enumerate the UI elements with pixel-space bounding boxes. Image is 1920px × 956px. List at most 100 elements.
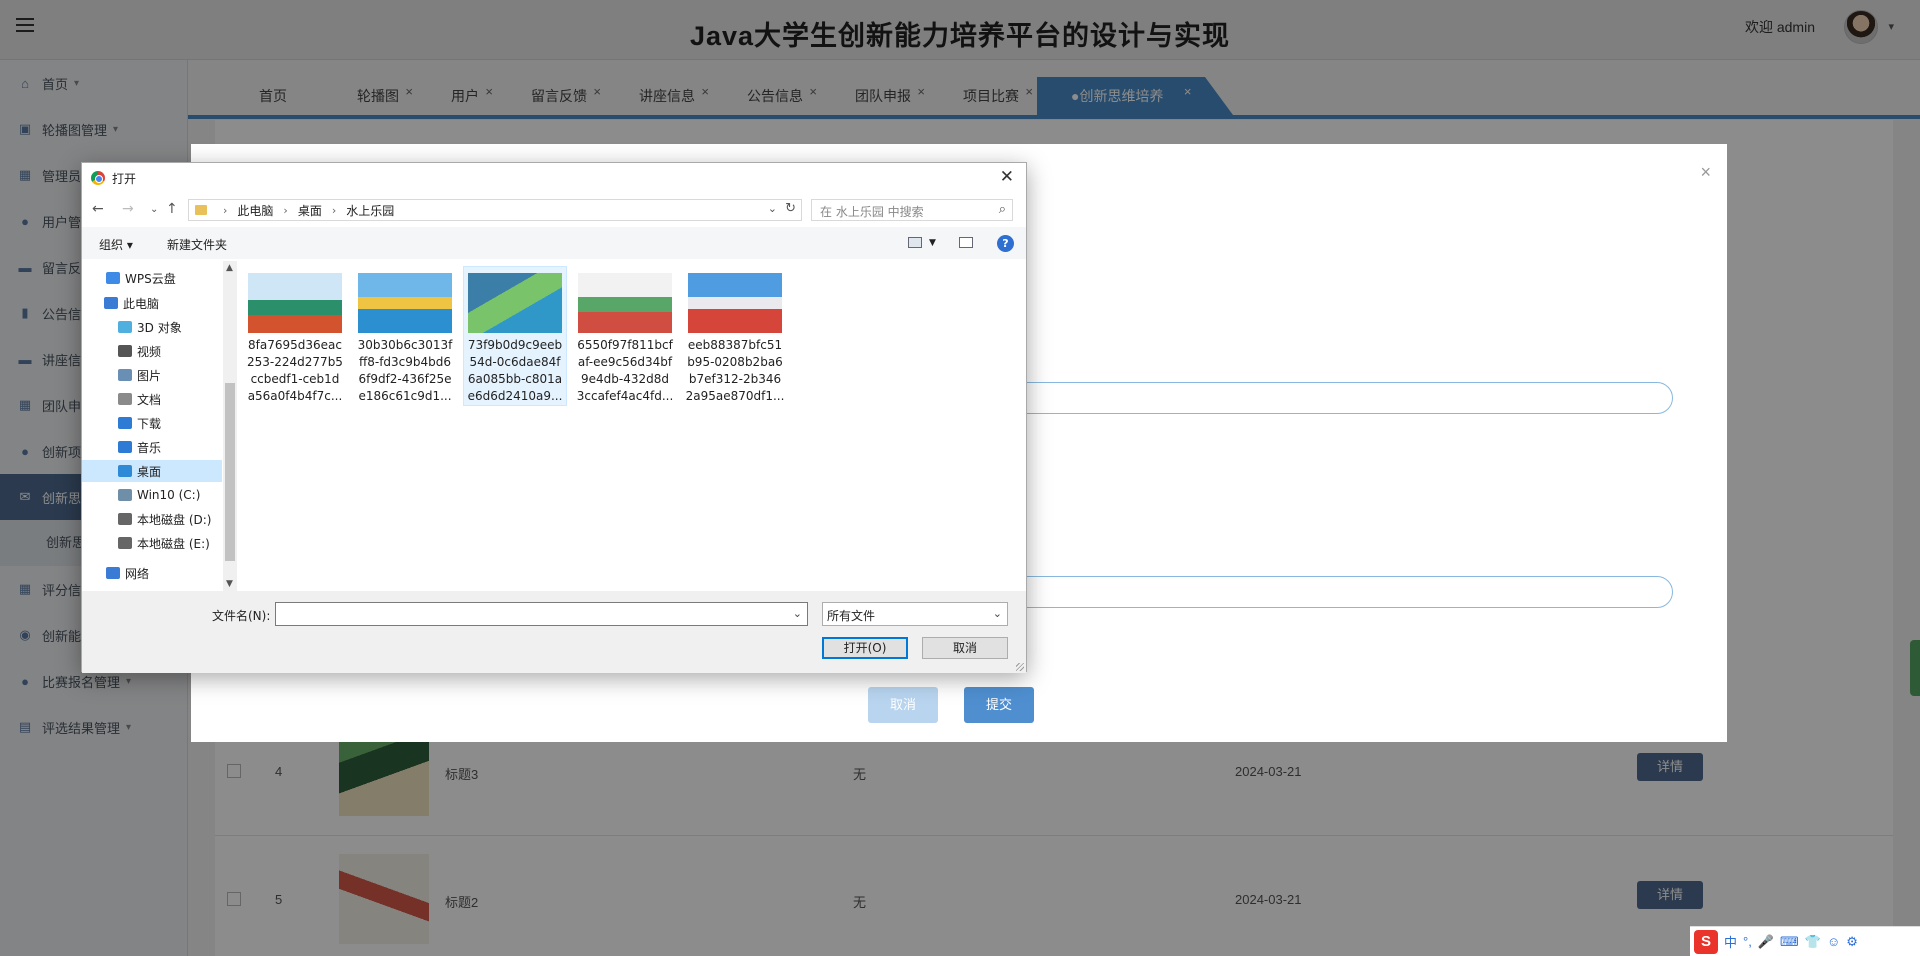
file-name-line: e186c61c9d1... xyxy=(358,389,452,403)
side-widget[interactable] xyxy=(1910,640,1920,696)
back-arrow-icon[interactable]: ← xyxy=(92,201,104,217)
filetype-select[interactable]: 所有文件 ⌄ xyxy=(822,602,1008,626)
close-icon[interactable]: ✕ xyxy=(1000,167,1014,187)
modal-text-field[interactable] xyxy=(971,576,1673,608)
cancel-button[interactable]: 取消 xyxy=(868,687,938,723)
sogou-icon[interactable]: S xyxy=(1694,929,1718,954)
file-name-line: 3ccafef4ac4fd... xyxy=(576,389,674,403)
breadcrumb-separator-icon[interactable]: › xyxy=(283,204,287,217)
file-name: 73f9b0d9c9eeb 54d-0c6dae84f 6a085bb-c801a e… xyxy=(464,337,566,405)
refresh-icon[interactable]: ↻ xyxy=(785,201,796,216)
folder-icon xyxy=(118,465,132,477)
cancel-button[interactable]: 取消 xyxy=(922,637,1008,659)
keyboard-icon[interactable]: ⌨ xyxy=(1780,934,1799,950)
tree-item-label: 下载 xyxy=(137,416,162,431)
tree-item[interactable]: WPS云盘 xyxy=(82,267,222,289)
file-item[interactable]: 30b30b6c3013f ff8-fd3c9b4bd6 6f9df2-436f25… xyxy=(354,267,456,405)
new-folder-button[interactable]: 新建文件夹 xyxy=(167,236,227,253)
tree-item[interactable]: 下载 xyxy=(82,412,222,434)
modal-text-field[interactable] xyxy=(971,382,1673,414)
punctuation-icon[interactable]: °, xyxy=(1743,934,1752,949)
file-thumbnail xyxy=(578,273,672,333)
chevron-down-icon[interactable]: ⌄ xyxy=(793,607,802,620)
open-file-dialog: 打开 ✕ ← → ⌄ ↑ › 此电脑 › 桌面 › 水上乐园 ⌄ ↻ 在 水上乐… xyxy=(81,162,1027,673)
ime-mode[interactable]: 中 xyxy=(1724,932,1737,951)
folder-icon xyxy=(118,489,132,501)
chevron-down-icon[interactable]: ▼ xyxy=(929,238,936,248)
recent-locations-icon[interactable]: ⌄ xyxy=(150,204,158,215)
file-thumbnail xyxy=(358,273,452,333)
preview-pane-icon[interactable] xyxy=(959,237,973,248)
search-placeholder: 在 水上乐园 中搜索 xyxy=(820,205,924,219)
filename-input[interactable]: ⌄ xyxy=(275,602,808,626)
file-name-line: eeb88387bfc51 xyxy=(687,338,783,352)
file-name-line: 253-224d277b5 xyxy=(247,355,343,369)
dialog-title: 打开 xyxy=(112,172,137,186)
file-name: 6550f97f811bcf af-ee9c56d34bf 9e4db-432d8d… xyxy=(574,337,676,405)
scroll-up-icon[interactable]: ▲ xyxy=(226,263,233,273)
tree-item[interactable]: 文档 xyxy=(82,388,222,410)
breadcrumb-this-pc[interactable]: 此电脑 xyxy=(237,202,273,219)
tree-item[interactable]: 音乐 xyxy=(82,436,222,458)
robot-icon[interactable]: ☺ xyxy=(1827,934,1840,949)
gear-icon[interactable]: ⚙ xyxy=(1846,934,1858,950)
folder-icon xyxy=(106,567,120,579)
tree-item-label: 文档 xyxy=(137,392,162,407)
tree-item[interactable]: 视频 xyxy=(82,340,222,362)
file-item[interactable]: 6550f97f811bcf af-ee9c56d34bf 9e4db-432d8d… xyxy=(574,267,676,405)
help-icon[interactable]: ? xyxy=(997,235,1014,252)
tree-item-label: 视频 xyxy=(137,344,162,359)
up-arrow-icon[interactable]: ↑ xyxy=(166,201,178,217)
tree-item-label: 此电脑 xyxy=(123,296,160,311)
organize-button[interactable]: 组织 ▾ xyxy=(99,236,133,253)
filetype-value: 所有文件 xyxy=(827,609,876,623)
breadcrumb-desktop[interactable]: 桌面 xyxy=(298,202,322,219)
chevron-down-icon[interactable]: ⌄ xyxy=(768,202,777,215)
file-name-line: 73f9b0d9c9eeb xyxy=(467,338,563,352)
close-icon[interactable]: × xyxy=(1700,162,1711,183)
folder-icon xyxy=(118,513,132,525)
search-input[interactable]: 在 水上乐园 中搜索 ⌕ xyxy=(811,199,1013,221)
folder-icon xyxy=(195,205,207,215)
breadcrumb-separator-icon[interactable]: › xyxy=(332,204,336,217)
scroll-down-icon[interactable]: ▼ xyxy=(226,579,233,589)
tree-item[interactable]: 本地磁盘 (E:) xyxy=(82,532,222,554)
file-name-line: 6550f97f811bcf xyxy=(577,338,673,352)
microphone-icon[interactable]: 🎤 xyxy=(1758,934,1774,950)
file-name-line: a56a0f4b4f7c... xyxy=(247,389,343,403)
file-name-line: b7ef312-2b346 xyxy=(688,372,782,386)
resize-grip-icon[interactable] xyxy=(1016,663,1024,671)
tree-item[interactable]: 此电脑 xyxy=(82,292,222,314)
tree-item-label: 图片 xyxy=(137,368,162,383)
tree-item[interactable]: 网络 xyxy=(82,562,222,584)
folder-icon xyxy=(118,537,132,549)
tree-item[interactable]: 图片 xyxy=(82,364,222,386)
file-item[interactable]: 73f9b0d9c9eeb 54d-0c6dae84f 6a085bb-c801a e… xyxy=(463,266,567,406)
scrollbar-thumb[interactable] xyxy=(225,383,235,561)
filename-label: 文件名(N): xyxy=(212,609,271,623)
tree-item[interactable]: 本地磁盘 (D:) xyxy=(82,508,222,530)
tree-item-label: 音乐 xyxy=(137,440,162,455)
breadcrumb-folder[interactable]: 水上乐园 xyxy=(346,202,394,219)
file-item[interactable]: 8fa7695d36eac 253-224d277b5 ccbedf1-ceb1d a… xyxy=(244,267,346,405)
file-thumbnail xyxy=(688,273,782,333)
view-mode-icon[interactable] xyxy=(908,237,922,248)
skin-icon[interactable]: 👕 xyxy=(1805,934,1821,950)
dialog-nav-bar: ← → ⌄ ↑ › 此电脑 › 桌面 › 水上乐园 ⌄ ↻ 在 水上乐园 中搜索… xyxy=(82,195,1026,225)
tree-item[interactable]: 3D 对象 xyxy=(82,316,222,338)
navigation-scrollbar[interactable]: ▲ ▼ xyxy=(223,261,237,591)
forward-arrow-icon[interactable]: → xyxy=(122,201,134,217)
tree-item-label: Win10 (C:) xyxy=(137,488,201,502)
dialog-footer: 文件名(N): ⌄ 所有文件 ⌄ 打开(O) 取消 xyxy=(82,591,1026,673)
tree-item[interactable]: Win10 (C:) xyxy=(82,484,222,506)
tree-item[interactable]: 桌面 xyxy=(82,460,222,482)
open-button[interactable]: 打开(O) xyxy=(822,637,908,659)
chevron-down-icon: ⌄ xyxy=(992,607,1002,620)
submit-button[interactable]: 提交 xyxy=(964,687,1034,723)
folder-icon xyxy=(118,393,132,405)
tree-item-label: WPS云盘 xyxy=(125,271,176,286)
file-item[interactable]: eeb88387bfc51 b95-0208b2ba6 b7ef312-2b346 2… xyxy=(684,267,786,405)
breadcrumb-separator-icon[interactable]: › xyxy=(223,204,227,217)
file-name-line: 2a95ae870df1... xyxy=(685,389,785,403)
address-bar[interactable]: › 此电脑 › 桌面 › 水上乐园 ⌄ ↻ xyxy=(188,199,802,221)
